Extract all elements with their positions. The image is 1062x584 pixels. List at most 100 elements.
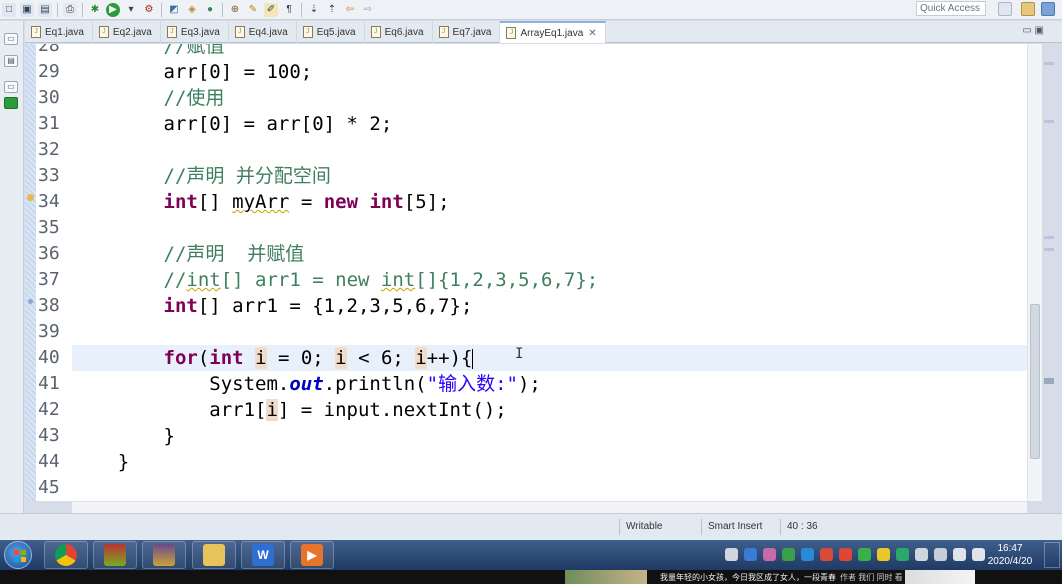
line-number: 29 [38, 61, 60, 82]
overview-marker [1044, 120, 1054, 123]
outline-icon[interactable]: ▭ [4, 81, 18, 93]
horizontal-scrollbar[interactable] [72, 501, 1027, 513]
code-text-area[interactable]: //赋值 arr[0] = 100; //使用 arr[0] = arr[0] … [72, 44, 1029, 501]
new-file-icon[interactable]: □ [2, 2, 16, 17]
taskbar-clock[interactable]: 16:47 2020/4/20 [985, 542, 1035, 568]
minimize-maximize-icon[interactable]: ▭ ▣ [1022, 25, 1044, 36]
editor-tab[interactable]: J ArrayEq1.java ✕ [500, 21, 606, 43]
forward-icon[interactable]: ⇨ [361, 3, 375, 17]
code-line[interactable]: for(int i = 0; i < 6; i++){ [72, 345, 474, 371]
editor-tab[interactable]: J Eq6.java [365, 21, 433, 43]
code-line[interactable]: //int[] arr1 = new int[]{1,2,3,5,6,7}; [72, 267, 599, 293]
close-tab-icon[interactable]: ✕ [588, 28, 596, 39]
save-all-icon[interactable]: ▤ [38, 2, 52, 17]
problems-icon[interactable] [4, 97, 18, 109]
java-file-icon: J [302, 26, 313, 38]
new-java-project-icon[interactable]: ◩ [167, 3, 181, 17]
toggle-mark-occurrences-icon[interactable]: ✐ [264, 2, 278, 17]
text-caret [472, 348, 474, 369]
line-number: 43 [38, 425, 60, 446]
vertical-scrollbar[interactable] [1027, 44, 1042, 501]
network-shield-icon[interactable] [744, 548, 757, 561]
open-perspective-icon[interactable] [998, 2, 1012, 16]
annotation-ruler [25, 44, 36, 501]
package-explorer-icon[interactable]: ▤ [4, 55, 18, 67]
code-editor[interactable]: 28 29 30 31 32 33 34 35 36 37 38 39 40 41 42 43 44 45 //赋… [25, 44, 1042, 501]
insert-mode-status: Smart Insert [701, 519, 779, 535]
line-number: 32 [38, 139, 60, 160]
code-line[interactable]: //声明 并分配空间 [72, 163, 331, 189]
system-tray [725, 548, 991, 561]
ticker-text-2: 作者 我们 同时 看 [840, 573, 903, 582]
run-dropdown-icon[interactable]: ▾ [124, 3, 138, 17]
code-line[interactable]: //声明 并赋值 [72, 241, 305, 267]
taskbar-game[interactable] [142, 541, 186, 569]
code-line[interactable]: int[] myArr = new int[5]; [72, 189, 450, 215]
editor-tab[interactable]: J Eq4.java [229, 21, 297, 43]
print-icon[interactable]: ⎙ [63, 2, 77, 17]
java-ee-perspective-icon[interactable] [1021, 2, 1035, 16]
code-line[interactable]: } [72, 449, 129, 475]
code-line[interactable]: arr[0] = 100; [72, 59, 313, 85]
signal-icon[interactable] [934, 548, 947, 561]
mouse-ibeam-cursor-icon: I [515, 346, 524, 362]
quick-access-field[interactable]: Quick Access [916, 1, 986, 16]
tab-label: Eq1.java [45, 26, 84, 38]
taskbar-media-player[interactable]: ▶ [290, 541, 334, 569]
update-icon[interactable] [896, 548, 909, 561]
qq-icon[interactable] [801, 548, 814, 561]
java-perspective-icon[interactable] [1041, 2, 1055, 16]
open-type-icon[interactable]: ⊕ [228, 3, 242, 17]
save-icon[interactable]: ▣ [20, 2, 34, 17]
tab-label: Eq7.java [452, 26, 492, 38]
show-desktop-button[interactable] [1044, 542, 1060, 568]
weibo-icon[interactable] [839, 548, 852, 561]
code-line[interactable]: arr1[i] = input.nextInt(); [72, 397, 507, 423]
action-center-icon[interactable] [953, 548, 966, 561]
new-class-icon[interactable]: ● [203, 3, 217, 17]
next-annotation-icon[interactable]: ⇣ [307, 3, 321, 17]
browser-tray-icon[interactable] [820, 548, 833, 561]
app-tray-icon[interactable] [763, 548, 776, 561]
code-line[interactable]: System.out.println("输入数:"); [72, 371, 541, 397]
start-button[interactable] [4, 541, 32, 569]
keyboard-icon[interactable] [725, 548, 738, 561]
editor-tab[interactable]: J Eq3.java [161, 21, 229, 43]
tab-label: ArrayEq1.java [520, 27, 584, 39]
code-line[interactable]: //赋值 [72, 44, 225, 59]
overview-marker [1044, 378, 1054, 384]
volume-icon[interactable] [972, 548, 985, 561]
restore-icon[interactable]: ▭ [4, 33, 18, 45]
show-whitespace-icon[interactable]: ¶ [282, 3, 296, 17]
vertical-scroll-thumb[interactable] [1030, 304, 1040, 459]
windows-taskbar: W ▶ 16:47 2020/4/20 [0, 540, 1062, 570]
back-icon[interactable]: ⇦ [343, 3, 357, 17]
overview-marker [1044, 62, 1054, 65]
run-icon[interactable]: ▶ [106, 2, 120, 17]
external-tools-icon[interactable]: ⚙ [142, 3, 156, 17]
tab-label: Eq5.java [316, 26, 356, 38]
taskbar-file-explorer[interactable] [192, 541, 236, 569]
java-file-icon: J [98, 26, 109, 38]
editor-tab[interactable]: J Eq1.java [25, 21, 93, 43]
security-icon[interactable] [782, 548, 795, 561]
overview-marker [1044, 236, 1054, 239]
taskbar-chrome[interactable] [44, 541, 88, 569]
editor-tab[interactable]: J Eq5.java [297, 21, 365, 43]
editor-tab[interactable]: J Eq2.java [93, 21, 161, 43]
search-icon[interactable]: ✎ [246, 3, 260, 17]
code-line[interactable]: arr[0] = arr[0] * 2; [72, 111, 393, 137]
code-line[interactable]: //使用 [72, 85, 225, 111]
taskbar-winrar[interactable] [93, 541, 137, 569]
previous-annotation-icon[interactable]: ⇡ [325, 3, 339, 17]
editor-tab[interactable]: J Eq7.java [433, 21, 501, 43]
taskbar-wps[interactable]: W [241, 541, 285, 569]
code-line[interactable]: } [72, 423, 175, 449]
new-package-icon[interactable]: ◈ [185, 3, 199, 17]
usb-icon[interactable] [915, 548, 928, 561]
code-line[interactable]: int[] arr1 = {1,2,3,5,6,7}; [72, 293, 473, 319]
line-number: 42 [38, 399, 60, 420]
360-icon[interactable] [877, 548, 890, 561]
wechat-icon[interactable] [858, 548, 871, 561]
debug-icon[interactable]: ✱ [88, 3, 102, 17]
